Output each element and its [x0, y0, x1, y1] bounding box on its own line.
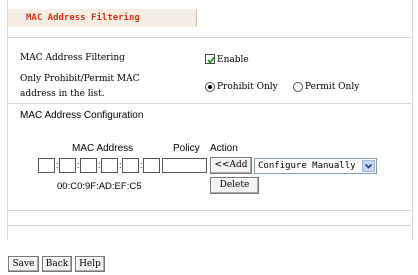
save-button[interactable]: Save	[8, 256, 39, 272]
configure-select-value: Configure Manually	[258, 161, 356, 171]
mac-octet-5-input[interactable]	[122, 158, 139, 173]
mac-octet-4-input[interactable]	[101, 158, 118, 173]
chevron-down-icon[interactable]	[362, 160, 375, 172]
back-button[interactable]: Back	[42, 256, 72, 272]
divider-mid	[8, 103, 411, 104]
mac-octet-3-input[interactable]	[80, 158, 97, 173]
col-policy: Policy	[173, 143, 200, 154]
mac-octet-6-input[interactable]	[143, 158, 160, 173]
prohibit-only-label: Prohibit Only	[217, 82, 278, 92]
divider-top	[8, 37, 411, 38]
mac-entry-address: 00:C0:9F:AD:EF:C5	[57, 181, 142, 192]
page-title: MAC Address Filtering	[26, 13, 140, 23]
divider-bottom-2	[8, 225, 411, 226]
col-mac-address: MAC Address	[72, 143, 134, 154]
add-button[interactable]: <<Add	[210, 157, 252, 174]
prohibit-only-radio[interactable]	[205, 82, 215, 92]
configure-select[interactable]: Configure Manually	[254, 158, 377, 174]
mode-label-line1: Only Prohibit/Permit MAC	[20, 74, 140, 84]
filtering-label: MAC Address Filtering	[20, 53, 125, 63]
config-heading: MAC Address Configuration	[20, 110, 144, 121]
delete-button[interactable]: Delete	[210, 177, 259, 194]
mac-octet-1-input[interactable]	[38, 158, 55, 173]
permit-only-radio[interactable]	[293, 82, 303, 92]
mac-octet-2-input[interactable]	[59, 158, 76, 173]
permit-only-label: Permit Only	[305, 82, 360, 92]
divider-bottom-1	[8, 210, 411, 211]
mode-label-line2: address in the list.	[20, 89, 105, 99]
enable-label: Enable	[217, 55, 249, 65]
title-bar: MAC Address Filtering	[8, 9, 197, 27]
help-button[interactable]: Help	[75, 256, 105, 272]
policy-input[interactable]	[162, 158, 207, 173]
check-icon	[207, 56, 216, 64]
enable-checkbox[interactable]	[205, 54, 216, 64]
col-action: Action	[210, 143, 238, 154]
